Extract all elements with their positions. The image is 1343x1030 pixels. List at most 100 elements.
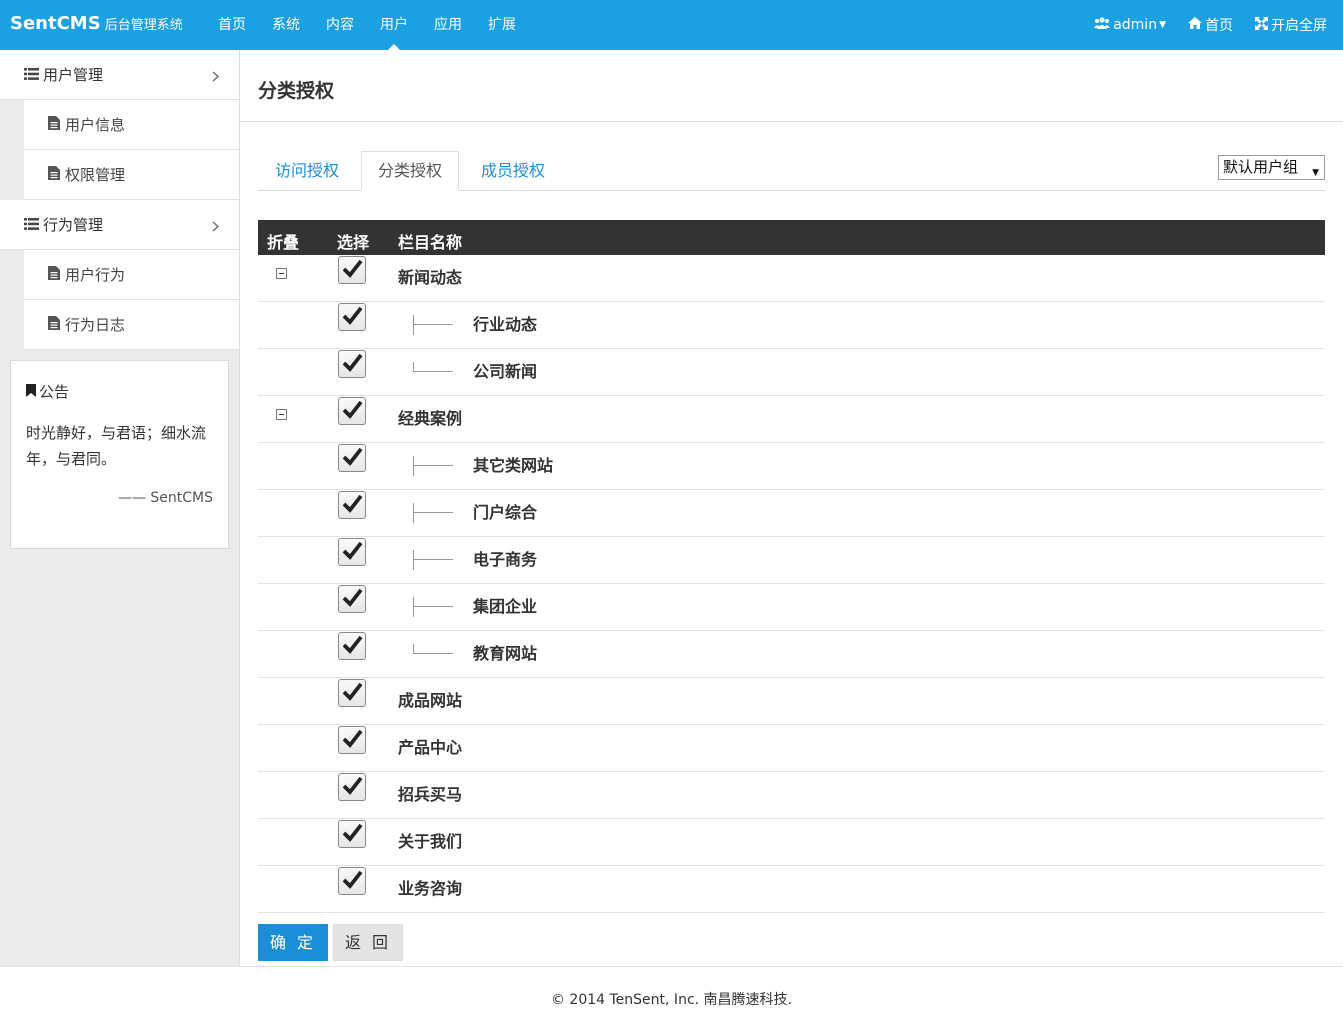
row-checkbox[interactable]	[338, 632, 366, 660]
notice-title: 公告	[26, 381, 213, 402]
nav-item-content[interactable]: 内容	[313, 0, 367, 50]
tab-bar: 访问授权 分类授权 成员授权	[258, 151, 1325, 191]
table-row: 教育网站	[258, 631, 1325, 678]
nav-item-user[interactable]: 用户	[367, 0, 421, 50]
sidebar-item-user-behavior[interactable]: 用户行为	[24, 250, 239, 300]
category-name: 电子商务	[473, 550, 538, 569]
row-checkbox[interactable]	[338, 303, 366, 331]
row-checkbox[interactable]	[338, 773, 366, 801]
tab-category-auth[interactable]: 分类授权	[361, 151, 460, 191]
row-checkbox[interactable]	[338, 726, 366, 754]
table-row: 其它类网站	[258, 443, 1325, 490]
sidebar-item-permissions[interactable]: 权限管理	[24, 150, 239, 200]
tree-connector	[413, 362, 453, 382]
row-checkbox[interactable]	[338, 820, 366, 848]
checkmark-icon	[342, 823, 363, 842]
category-name: 行业动态	[473, 315, 538, 334]
table-row: 成品网站	[258, 678, 1325, 725]
nav-item-home[interactable]: 首页	[205, 0, 259, 50]
table-row: 门户综合	[258, 490, 1325, 537]
row-checkbox[interactable]	[338, 397, 366, 425]
collapse-toggle-icon[interactable]	[276, 268, 287, 279]
row-checkbox[interactable]	[338, 350, 366, 378]
user-menu-label: admin	[1113, 17, 1158, 33]
top-right-menu: admin ▼ 首页 开启全屏	[1072, 0, 1327, 50]
category-name: 集团企业	[473, 597, 538, 616]
table-row: 经典案例	[258, 396, 1325, 443]
table-row: 电子商务	[258, 537, 1325, 584]
caret-down-icon: ▼	[1312, 168, 1319, 178]
user-group-select-value: 默认用户组	[1223, 158, 1299, 176]
home-link-label: 首页	[1205, 18, 1233, 34]
file-icon	[48, 265, 60, 284]
category-name: 成品网站	[398, 691, 463, 710]
tab-member-auth[interactable]: 成员授权	[465, 151, 561, 191]
brand-logo[interactable]: SentCMS 后台管理系统	[10, 13, 183, 34]
category-name: 业务咨询	[398, 879, 463, 898]
home-link[interactable]: 首页	[1188, 15, 1233, 35]
sidebar-item-label: 行为日志	[65, 316, 126, 334]
tab-access-auth[interactable]: 访问授权	[259, 151, 355, 191]
table-row: 集团企业	[258, 584, 1325, 631]
user-group-select[interactable]: 默认用户组 ▼	[1218, 155, 1325, 180]
sidebar-group-behavior-management[interactable]: 行为管理	[0, 200, 239, 250]
tree-connector	[413, 315, 453, 335]
row-checkbox[interactable]	[338, 491, 366, 519]
row-checkbox[interactable]	[338, 585, 366, 613]
back-button[interactable]: 返 回	[333, 924, 403, 961]
category-name: 新闻动态	[398, 268, 463, 287]
tree-connector	[413, 644, 453, 664]
row-checkbox[interactable]	[338, 538, 366, 566]
tree-connector	[413, 597, 453, 617]
checkmark-icon	[342, 870, 363, 889]
table-row: 新闻动态	[258, 255, 1325, 302]
category-name: 公司新闻	[473, 362, 538, 381]
table-row: 业务咨询	[258, 866, 1325, 913]
header-name: 栏目名称	[398, 233, 463, 252]
file-icon	[48, 165, 60, 184]
category-name: 门户综合	[473, 503, 538, 522]
collapse-toggle-icon[interactable]	[276, 409, 287, 420]
top-navbar: SentCMS 后台管理系统 首页 系统 内容 用户 应用 扩展 admin ▼ …	[0, 0, 1343, 50]
confirm-button[interactable]: 确 定	[258, 924, 328, 961]
list-icon	[24, 66, 39, 84]
notice-signature: —— SentCMS	[117, 490, 213, 506]
nav-item-extensions[interactable]: 扩展	[475, 0, 529, 50]
checkmark-icon	[342, 776, 363, 795]
page-title: 分类授权	[258, 80, 335, 102]
table-row: 公司新闻	[258, 349, 1325, 396]
users-icon	[1094, 17, 1113, 33]
tree-connector	[413, 503, 453, 523]
category-name: 产品中心	[398, 738, 463, 757]
row-checkbox[interactable]	[338, 444, 366, 472]
sidebar: 用户管理 用户信息 权限管理 行为管理 用户行为 行为日志 公告 时光静好，与君…	[0, 50, 240, 966]
sidebar-group-user-management[interactable]: 用户管理	[0, 50, 239, 100]
nav-item-system[interactable]: 系统	[259, 0, 313, 50]
user-menu[interactable]: admin ▼	[1094, 17, 1166, 33]
sidebar-group-label: 行为管理	[43, 216, 104, 234]
sidebar-item-user-info[interactable]: 用户信息	[24, 100, 239, 150]
main-nav: 首页 系统 内容 用户 应用 扩展	[205, 0, 529, 50]
table-row: 招兵买马	[258, 772, 1325, 819]
home-icon	[1188, 17, 1205, 33]
tree-connector	[413, 456, 453, 476]
checkmark-icon	[342, 494, 363, 513]
fullscreen-toggle[interactable]: 开启全屏	[1255, 15, 1327, 35]
category-name: 经典案例	[398, 409, 463, 428]
list-icon	[24, 216, 39, 234]
row-checkbox[interactable]	[338, 867, 366, 895]
header-collapse: 折叠	[267, 233, 300, 252]
row-checkbox[interactable]	[338, 679, 366, 707]
sidebar-item-behavior-log[interactable]: 行为日志	[24, 300, 239, 350]
checkmark-icon	[342, 447, 363, 466]
nav-item-apps[interactable]: 应用	[421, 0, 475, 50]
row-checkbox[interactable]	[338, 256, 366, 284]
checkmark-icon	[342, 635, 363, 654]
footer-copyright: © 2014 TenSent, Inc. 南昌腾速科技.	[550, 992, 792, 1008]
category-name: 招兵买马	[398, 785, 463, 804]
checkmark-icon	[342, 259, 363, 278]
file-icon	[48, 315, 60, 334]
brand-name: SentCMS	[10, 13, 101, 34]
checkmark-icon	[342, 400, 363, 419]
sidebar-item-label: 权限管理	[65, 166, 126, 184]
